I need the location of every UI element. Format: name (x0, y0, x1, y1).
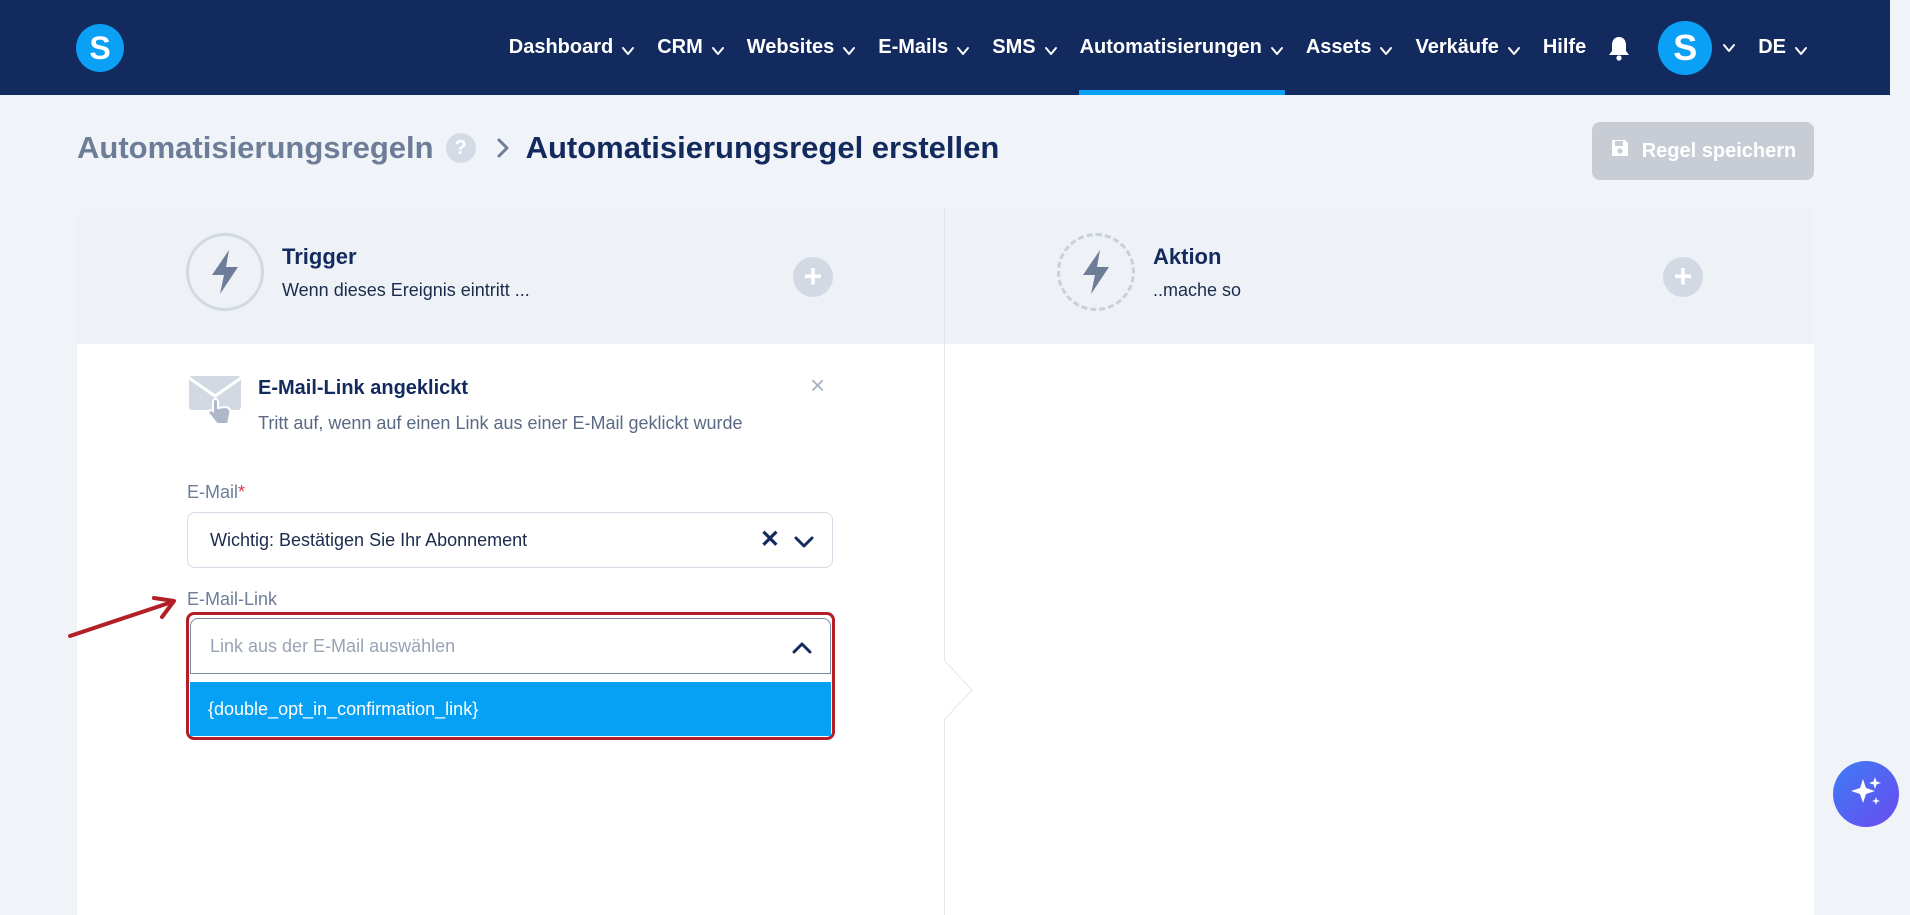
email-select[interactable]: Wichtig: Bestätigen Sie Ihr Abonnement ✕ (187, 512, 833, 568)
top-navbar: S Dashboard CRM Websites E-Mails SMS Automati… (0, 0, 1890, 95)
nav-item-label: CRM (657, 36, 703, 58)
email-link-placeholder: Link aus der E-Mail auswählen (210, 635, 456, 656)
nav-item-label: Websites (746, 36, 835, 58)
chevron-up-icon[interactable] (792, 639, 812, 660)
nav-item-websites[interactable]: Websites (747, 0, 856, 95)
chevron-down-icon (956, 41, 970, 55)
lightning-icon (186, 233, 264, 311)
email-field-label: E-Mail* (187, 482, 245, 503)
nav-item-label: E-Mails (878, 36, 949, 58)
lightning-cycle-icon (1057, 233, 1135, 311)
add-action-button[interactable]: + (1663, 257, 1703, 297)
ai-assistant-button[interactable] (1833, 761, 1899, 827)
chevron-down-icon (842, 41, 856, 55)
nav-item-label: SMS (992, 36, 1036, 58)
trigger-card-description: Tritt auf, wenn auf einen Link aus einer… (258, 413, 743, 433)
email-link-label: E-Mail-Link (187, 589, 278, 609)
chevron-right-icon (496, 137, 510, 159)
nav-item-automatisierungen[interactable]: Automatisierungen (1078, 0, 1286, 95)
nav-item-label: Verkäufe (1415, 36, 1499, 58)
action-subtitle: ..mache so (1153, 279, 1242, 300)
chevron-down-icon (621, 41, 635, 55)
nav-item-label: Assets (1305, 36, 1372, 58)
column-divider (944, 208, 945, 915)
nav-item-hilfe[interactable]: Hilfe (1543, 0, 1586, 95)
trigger-header: Trigger Wenn dieses Ereignis eintritt ..… (186, 233, 530, 311)
app-logo[interactable]: S (76, 24, 124, 72)
bell-icon[interactable] (1608, 35, 1630, 61)
chevron-down-icon (1722, 41, 1736, 55)
clear-icon[interactable]: ✕ (760, 527, 780, 553)
close-icon[interactable]: × (810, 372, 825, 398)
trigger-title: Trigger (282, 243, 357, 269)
chevron-down-icon (1270, 41, 1284, 55)
language-label: DE (1758, 36, 1786, 58)
sparkle-icon (1849, 775, 1883, 814)
annotation-arrow-icon (68, 596, 180, 645)
nav-item-label: Automatisierungen (1079, 36, 1262, 58)
nav-item-dashboard[interactable]: Dashboard (509, 0, 635, 95)
language-switcher[interactable]: DE (1758, 0, 1808, 95)
chevron-down-icon (1044, 41, 1058, 55)
nav-item-e-mails[interactable]: E-Mails (878, 0, 970, 95)
trigger-card-title: E-Mail-Link angeklickt (258, 377, 469, 399)
required-mark: * (238, 482, 246, 502)
email-select-value: Wichtig: Bestätigen Sie Ihr Abonnement (210, 529, 528, 550)
save-icon (1610, 138, 1630, 164)
dropdown-option[interactable]: {double_opt_in_confirmation_link} (190, 682, 831, 736)
email-click-icon (187, 372, 245, 435)
action-header: Aktion ..mache so (1057, 233, 1241, 311)
chevron-down-icon (1507, 41, 1521, 55)
save-rule-button[interactable]: Regel speichern (1592, 122, 1814, 180)
add-trigger-button[interactable]: + (793, 257, 833, 297)
nav-item-label: Hilfe (1542, 36, 1587, 58)
nav-menu: Dashboard CRM Websites E-Mails SMS Automatisi… (487, 0, 1808, 95)
email-label-text: E-Mail (187, 482, 239, 502)
trigger-subtitle: Wenn dieses Ereignis eintritt ... (282, 279, 530, 300)
breadcrumb: Automatisierungsregeln ? Automatisierung… (77, 130, 999, 166)
breadcrumb-root[interactable]: Automatisierungsregeln (77, 130, 434, 166)
connector-notch (943, 659, 973, 725)
nav-item-verkäufe[interactable]: Verkäufe (1415, 0, 1520, 95)
page-title: Automatisierungsregel erstellen (525, 130, 1000, 165)
avatar[interactable]: S (1658, 20, 1713, 75)
action-title: Aktion (1153, 243, 1222, 269)
save-button-label: Regel speichern (1641, 139, 1797, 162)
user-menu[interactable]: S (1630, 20, 1736, 75)
chevron-down-icon (711, 41, 725, 55)
nav-item-assets[interactable]: Assets (1306, 0, 1394, 95)
chevron-down-icon (1379, 41, 1393, 55)
nav-item-label: Dashboard (508, 36, 614, 58)
chevron-down-icon[interactable] (794, 533, 814, 554)
nav-item-crm[interactable]: CRM (657, 0, 725, 95)
nav-item-sms[interactable]: SMS (992, 0, 1057, 95)
chevron-down-icon (1794, 41, 1808, 55)
help-icon[interactable]: ? (445, 133, 476, 163)
email-link-select[interactable]: Link aus der E-Mail auswählen (190, 618, 831, 674)
